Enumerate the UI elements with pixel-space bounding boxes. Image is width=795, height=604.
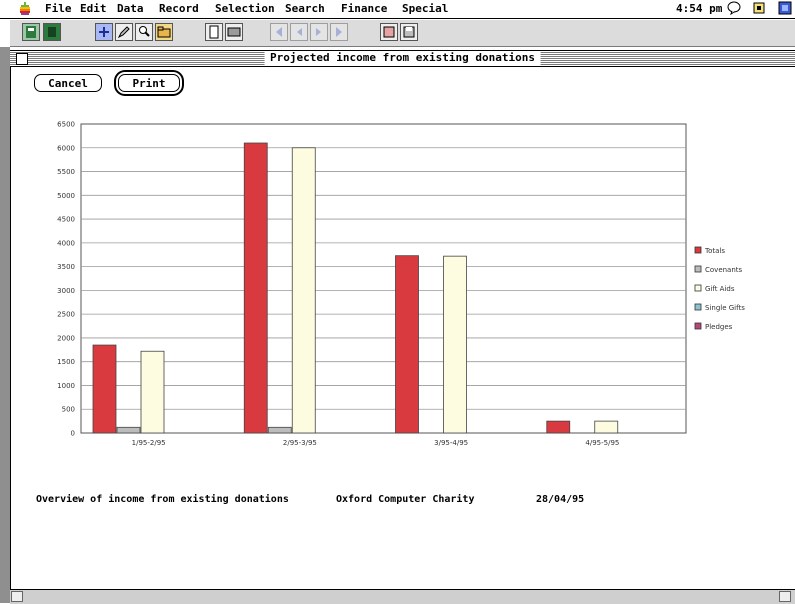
legend-swatch bbox=[694, 265, 702, 273]
mac-window: File Edit Data Record Selection Search F… bbox=[0, 0, 795, 604]
y-tick-label: 3000 bbox=[57, 287, 75, 295]
y-tick-label: 5000 bbox=[57, 192, 75, 200]
bar-covenants bbox=[116, 426, 141, 434]
income-bar-chart: 0 500 1000 1500 2000 2500 3000 3500 4000 4500 5000… bbox=[57, 121, 745, 448]
y-tick-label: 1000 bbox=[57, 382, 75, 390]
bar-covenants bbox=[267, 426, 292, 434]
legend-label: Totals bbox=[704, 247, 725, 255]
y-tick-label: 4500 bbox=[57, 216, 75, 224]
scroll-right-icon[interactable] bbox=[779, 591, 791, 602]
bar-totals bbox=[243, 142, 268, 434]
y-tick-label: 6500 bbox=[57, 121, 75, 129]
charity-name: Oxford Computer Charity bbox=[336, 494, 475, 505]
x-tick-label: 1/95-2/95 bbox=[132, 439, 166, 447]
y-tick-label: 500 bbox=[62, 406, 75, 414]
legend-label: Gift Aids bbox=[705, 285, 735, 293]
legend-label: Single Gifts bbox=[705, 304, 745, 312]
x-tick-label: 3/95-4/95 bbox=[434, 439, 468, 447]
legend-label: Covenants bbox=[705, 266, 743, 274]
legend-swatch bbox=[694, 303, 702, 311]
y-tick-label: 1500 bbox=[57, 358, 75, 366]
plot-area bbox=[80, 123, 687, 434]
y-tick-label: 0 bbox=[71, 430, 75, 438]
report-caption: Overview of income from existing donatio… bbox=[36, 494, 289, 505]
bar-gift-aids bbox=[291, 147, 316, 434]
y-tick-label: 4000 bbox=[57, 239, 75, 247]
y-tick-label: 5500 bbox=[57, 168, 75, 176]
y-tick-label: 2500 bbox=[57, 311, 75, 319]
chart-gridlines bbox=[80, 123, 687, 434]
bar-gift-aids bbox=[594, 420, 619, 434]
bar-gift-aids bbox=[140, 350, 165, 434]
scroll-left-icon[interactable] bbox=[11, 591, 23, 602]
chart-legend: Totals Covenants Gift Aids Single Gifts Pled… bbox=[694, 246, 745, 331]
y-tick-label: 2000 bbox=[57, 334, 75, 342]
y-tick-label: 3500 bbox=[57, 263, 75, 271]
legend-swatch bbox=[694, 284, 702, 292]
y-tick-label: 6000 bbox=[57, 144, 75, 152]
legend-label: Pledges bbox=[705, 323, 733, 331]
horizontal-scrollbar[interactable] bbox=[10, 589, 795, 604]
bar-gift-aids bbox=[443, 255, 467, 434]
x-tick-label: 2/95-3/95 bbox=[283, 439, 317, 447]
legend-swatch bbox=[694, 246, 702, 254]
bar-totals bbox=[92, 344, 117, 434]
bar-totals bbox=[395, 255, 419, 434]
report-date: 28/04/95 bbox=[536, 494, 585, 505]
x-tick-label: 4/95-5/95 bbox=[585, 439, 619, 447]
legend-swatch bbox=[694, 322, 702, 330]
bar-totals bbox=[546, 420, 571, 434]
